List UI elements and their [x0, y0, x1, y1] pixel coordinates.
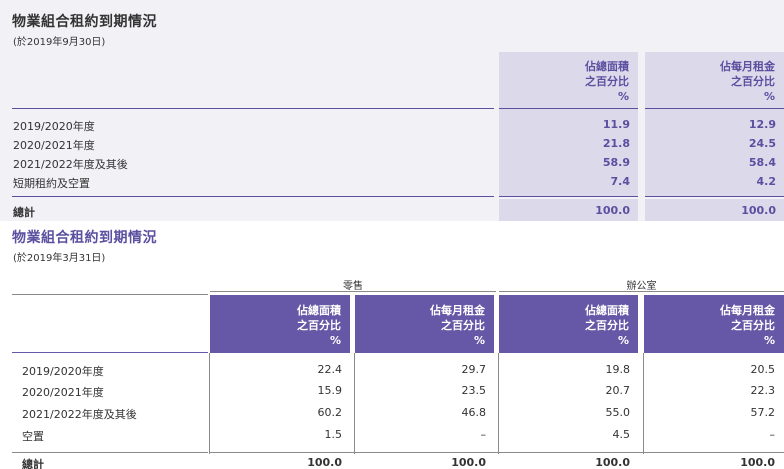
total-rule: [210, 452, 354, 453]
header-line: 之百分比: [441, 319, 485, 332]
header-line: 之百分比: [297, 319, 341, 332]
col-header-rent-pct: 佔每月租金 之百分比 %: [645, 52, 784, 108]
header-line: %: [763, 334, 775, 347]
section-subtitle: (於2019年3月31日): [13, 253, 106, 264]
cell-office-area-pct: 4.5: [612, 428, 631, 441]
header-line: 之百分比: [731, 319, 775, 332]
total-rule: [645, 196, 784, 197]
cell-retail-rent-pct: 29.7: [461, 363, 487, 376]
cell-area-pct: 11.9: [602, 118, 630, 131]
group-rule: [210, 291, 496, 292]
header-line: 佔總面積: [297, 304, 341, 317]
total-rule: [12, 452, 208, 453]
header-line: 佔總面積: [585, 60, 629, 73]
col-header-area-pct: 佔總面積 之百分比 %: [499, 52, 638, 108]
section-title: 物業組合租約到期情況: [12, 230, 157, 246]
total-label: 總計: [13, 206, 35, 219]
total-rule: [644, 452, 784, 453]
cell-retail-rent-pct: –: [480, 428, 487, 441]
row-label: 2019/2020年度: [22, 365, 104, 378]
row-label: 2021/2022年度及其後: [13, 158, 128, 171]
header-line: %: [473, 334, 485, 347]
section-title: 物業組合租約到期情況: [12, 14, 157, 30]
cell-retail-area-pct: 22.4: [317, 363, 343, 376]
cell-area-pct: 7.4: [610, 175, 631, 188]
cell-retail-area-pct: 1.5: [324, 428, 343, 441]
total-retail-rent-pct: 100.0: [451, 456, 486, 469]
group-rule: [499, 291, 784, 292]
row-label: 2021/2022年度及其後: [22, 408, 137, 421]
header-line: 佔每月租金: [430, 304, 485, 317]
header-top-rule: [12, 294, 208, 295]
section-subtitle: (於2019年9月30日): [13, 37, 106, 48]
group-label-office: 辦公室: [626, 281, 657, 292]
total-office-area-pct: 100.0: [595, 456, 630, 469]
cell-retail-area-pct: 60.2: [317, 406, 343, 419]
row-label: 短期租約及空置: [13, 177, 90, 190]
cell-office-rent-pct: 22.3: [750, 384, 776, 397]
col-header-retail-rent-pct: 佔每月租金 之百分比 %: [355, 295, 494, 353]
cell-office-area-pct: 20.7: [605, 384, 631, 397]
row-label: 2020/2021年度: [13, 139, 95, 152]
group-label-retail: 零售: [343, 281, 363, 292]
cell-rent-pct: 12.9: [748, 118, 776, 131]
total-rule: [499, 196, 638, 197]
cell-area-pct: 21.8: [602, 137, 630, 150]
cell-office-area-pct: 55.0: [605, 406, 631, 419]
cell-retail-rent-pct: 23.5: [461, 384, 487, 397]
total-label: 總計: [22, 458, 44, 469]
cell-office-area-pct: 19.8: [605, 363, 631, 376]
col-header-office-area-pct: 佔總面積 之百分比 %: [499, 295, 638, 353]
total-rule: [355, 452, 498, 453]
header-line: 佔每月租金: [720, 60, 775, 73]
col-header-retail-area-pct: 佔總面積 之百分比 %: [210, 295, 350, 353]
header-line: %: [617, 334, 629, 347]
total-area-pct: 100.0: [595, 204, 630, 217]
total-office-rent-pct: 100.0: [740, 456, 775, 469]
header-line: 之百分比: [585, 319, 629, 332]
cell-area-pct: 58.9: [602, 156, 630, 169]
header-line: 之百分比: [731, 75, 775, 88]
header-line: %: [329, 334, 341, 347]
total-rule: [499, 452, 643, 453]
cell-rent-pct: 58.4: [748, 156, 776, 169]
cell-office-rent-pct: –: [769, 428, 776, 441]
header-rule: [12, 108, 494, 109]
total-rent-pct: 100.0: [741, 204, 776, 217]
row-label: 2020/2021年度: [22, 386, 104, 399]
lease-expiry-section-sep-2019: 物業組合租約到期情況 (於2019年9月30日) 佔總面積 之百分比 % 佔每月…: [0, 0, 784, 221]
total-rule: [12, 196, 494, 197]
header-line: 佔每月租金: [720, 304, 775, 317]
row-label: 2019/2020年度: [13, 120, 95, 133]
cell-office-rent-pct: 57.2: [750, 406, 776, 419]
cell-retail-rent-pct: 46.8: [461, 406, 487, 419]
header-line: 佔總面積: [585, 304, 629, 317]
header-line: 之百分比: [585, 75, 629, 88]
row-label: 空置: [22, 430, 44, 443]
col-header-office-rent-pct: 佔每月租金 之百分比 %: [644, 295, 784, 353]
cell-rent-pct: 24.5: [748, 137, 776, 150]
cell-office-rent-pct: 20.5: [750, 363, 776, 376]
header-line: %: [763, 90, 775, 103]
header-line: %: [617, 90, 629, 103]
cell-rent-pct: 4.2: [756, 175, 777, 188]
header-bottom-rule: [12, 352, 208, 353]
total-retail-area-pct: 100.0: [307, 456, 342, 469]
cell-retail-area-pct: 15.9: [317, 384, 343, 397]
